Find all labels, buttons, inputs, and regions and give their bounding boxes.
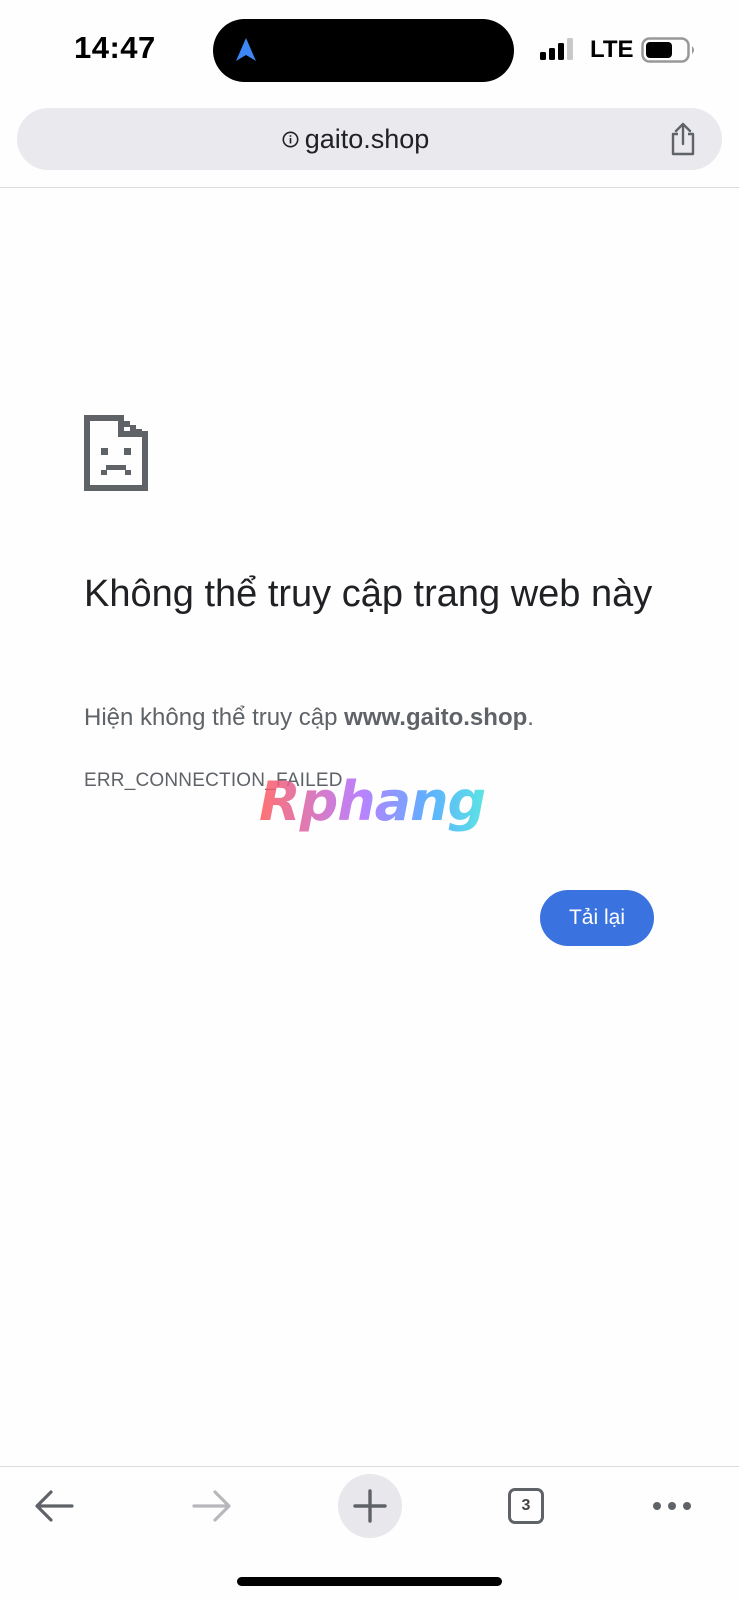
info-icon[interactable] <box>282 131 299 148</box>
dynamic-island <box>213 19 514 82</box>
home-indicator[interactable] <box>237 1577 502 1586</box>
more-menu-button[interactable] <box>640 1474 704 1538</box>
tab-count: 3 <box>521 1497 531 1514</box>
back-button[interactable] <box>22 1474 86 1538</box>
tab-switcher-button[interactable]: 3 <box>494 1474 558 1538</box>
reload-button[interactable]: Tải lại <box>540 890 654 946</box>
status-time: 14:47 <box>74 30 156 65</box>
forward-arrow-icon <box>192 1490 231 1522</box>
forward-button[interactable] <box>180 1474 244 1538</box>
bottom-divider <box>0 1466 739 1467</box>
back-arrow-icon <box>35 1490 74 1522</box>
new-tab-button[interactable] <box>338 1474 402 1538</box>
share-icon[interactable] <box>668 122 698 156</box>
url-text[interactable]: gaito.shop <box>305 124 430 155</box>
battery-icon <box>641 37 694 63</box>
error-description: Hiện không thể truy cập www.gaito.shop. <box>84 704 534 732</box>
description-suffix: . <box>527 704 534 731</box>
top-divider <box>0 187 739 188</box>
signal-icon <box>540 38 573 60</box>
tab-switcher-icon: 3 <box>508 1488 544 1524</box>
watermark-logo: Rphang <box>259 770 486 833</box>
sad-document-icon <box>84 415 148 491</box>
description-prefix: Hiện không thể truy cập <box>84 704 345 731</box>
location-arrow-icon <box>236 38 256 61</box>
error-heading: Không thể truy cập trang web này <box>84 573 653 615</box>
plus-icon <box>353 1489 387 1523</box>
network-type: LTE <box>590 36 634 63</box>
status-bar: 14:47 LTE <box>0 0 739 100</box>
address-bar[interactable]: gaito.shop <box>17 108 722 170</box>
description-domain: www.gaito.shop <box>344 704 528 731</box>
more-dots-icon <box>653 1502 691 1510</box>
